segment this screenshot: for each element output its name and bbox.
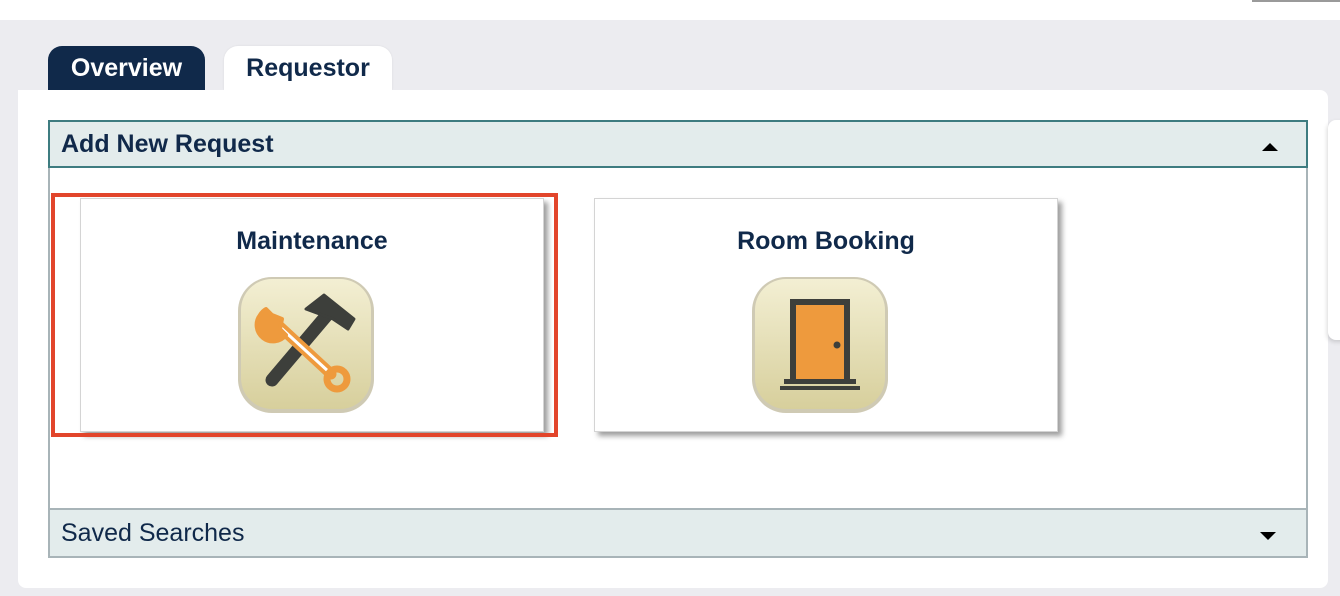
tab-requestor[interactable]: Requestor [224, 46, 392, 90]
tab-overview[interactable]: Overview [48, 46, 205, 90]
side-card [1328, 120, 1340, 340]
collapse-caret-up-icon[interactable] [1262, 143, 1278, 151]
expand-caret-down-icon[interactable] [1260, 532, 1276, 540]
add-new-request-header[interactable]: Add New Request [48, 120, 1308, 168]
door-icon [752, 277, 888, 413]
wrench-hammer-icon [238, 277, 374, 413]
maintenance-label: Maintenance [236, 227, 388, 255]
add-new-request-title: Add New Request [61, 129, 274, 158]
maintenance-tile[interactable]: Maintenance [80, 198, 544, 432]
saved-searches-header[interactable]: Saved Searches [48, 508, 1308, 558]
top-bar [0, 0, 1340, 20]
top-bar-line [1252, 0, 1340, 2]
room-booking-tile[interactable]: Room Booking [594, 198, 1058, 432]
saved-searches-title: Saved Searches [61, 518, 245, 547]
room-booking-label: Room Booking [737, 227, 915, 255]
